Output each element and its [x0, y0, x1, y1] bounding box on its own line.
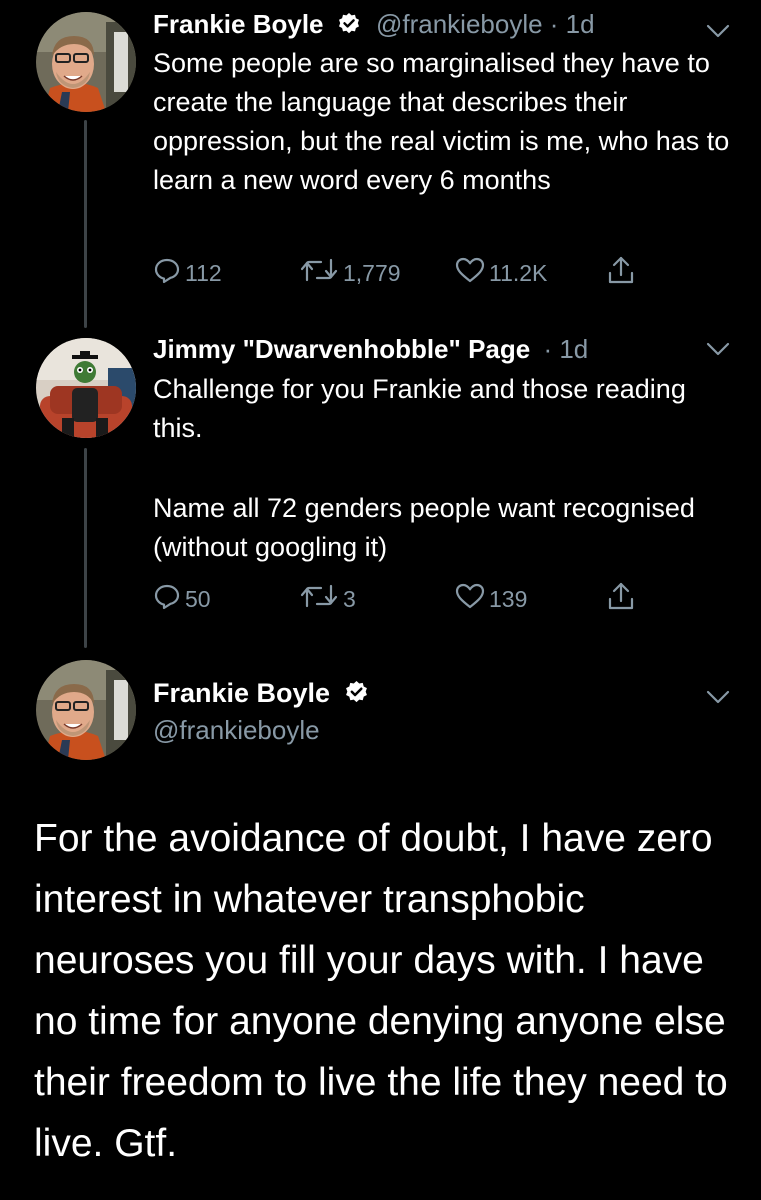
reply-button[interactable]: 50	[153, 582, 211, 616]
tweet-text: Some people are so marginalised they hav…	[153, 48, 730, 195]
author-handle-time: @frankieboyle · 1d	[375, 9, 595, 39]
chevron-down-icon[interactable]	[703, 682, 733, 712]
reply-button[interactable]: 112	[153, 256, 222, 290]
share-icon	[607, 581, 639, 617]
author-name[interactable]: Jimmy "Dwarvenhobble" Page	[153, 334, 530, 364]
retweet-count: 3	[343, 585, 356, 612]
author-name[interactable]: Frankie Boyle	[153, 678, 330, 708]
chevron-down-icon[interactable]	[703, 334, 733, 364]
author-name-row: Frankie Boyle	[153, 676, 369, 713]
retweet-icon	[299, 582, 343, 616]
tweet-text-paragraph-1: Challenge for you Frankie and those read…	[153, 374, 686, 443]
like-icon	[455, 582, 489, 616]
reply-count: 50	[185, 585, 211, 612]
reply-icon	[153, 582, 185, 616]
tweet-actions: 50 3 139	[153, 582, 673, 616]
tweet-header: Frankie Boyle @frankieboyle · 1d	[153, 8, 595, 43]
reply-icon	[153, 256, 185, 290]
chevron-down-icon[interactable]	[703, 16, 733, 46]
tweet-time: · 1d	[543, 334, 589, 364]
like-icon	[455, 256, 489, 290]
verified-icon	[337, 11, 361, 43]
retweet-icon	[299, 256, 343, 290]
thread-line	[84, 120, 87, 328]
share-icon	[607, 255, 639, 291]
avatar-frankie[interactable]	[36, 12, 136, 112]
tweet-header: Jimmy "Dwarvenhobble" Page · 1d	[153, 333, 588, 365]
author-name[interactable]: Frankie Boyle	[153, 9, 324, 39]
author-handle[interactable]: @frankieboyle	[153, 714, 320, 746]
retweet-button[interactable]: 3	[299, 582, 356, 616]
share-button[interactable]	[607, 582, 639, 616]
reply-count: 112	[185, 259, 222, 286]
verified-icon	[344, 679, 369, 713]
retweet-button[interactable]: 1,779	[299, 256, 401, 290]
avatar-jimmy[interactable]	[36, 338, 136, 438]
retweet-count: 1,779	[343, 259, 401, 286]
avatar-frankie[interactable]	[36, 660, 136, 760]
thread-line	[84, 448, 87, 648]
like-count: 11.2K	[489, 259, 548, 286]
tweet-text: For the avoidance of doubt, I have zero …	[34, 817, 728, 1165]
tweet-actions: 112 1,779 11.2K	[153, 256, 673, 290]
like-count: 139	[489, 585, 528, 612]
like-button[interactable]: 11.2K	[455, 256, 547, 290]
like-button[interactable]: 139	[455, 582, 527, 616]
tweet-text-paragraph-2: Name all 72 genders people want recognis…	[153, 493, 695, 562]
share-button[interactable]	[607, 256, 639, 290]
